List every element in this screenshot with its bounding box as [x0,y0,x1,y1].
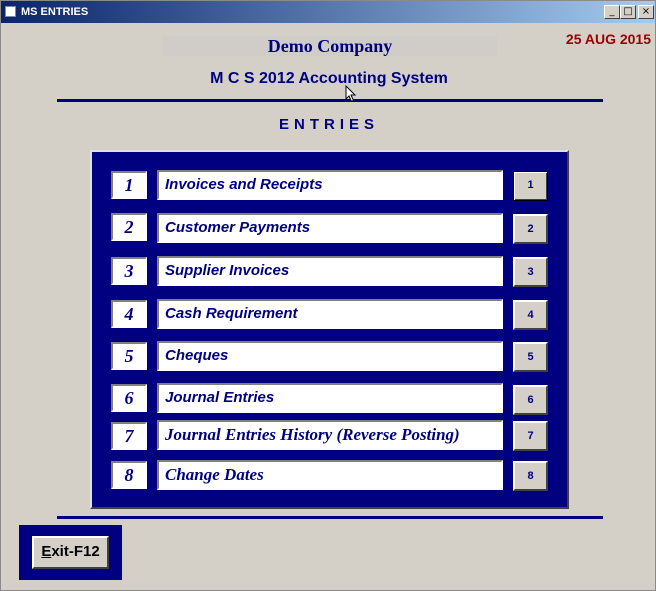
section-title: ENTRIES [278,116,379,133]
title-bar[interactable]: MS ENTRIES _ □ × [1,1,655,23]
exit-mnemonic: E [41,543,52,560]
header-divider [57,99,603,102]
menu-key-2-button[interactable]: 2 [513,214,548,244]
menu-item-journal-entries[interactable]: Journal Entries [157,383,503,413]
menu-item-number: 5 [111,342,147,370]
menu-key-3-button[interactable]: 3 [513,257,548,287]
menu-item-number: 4 [111,300,147,328]
menu-item-change-dates[interactable]: Change Dates [157,460,503,490]
window-title: MS ENTRIES [21,6,89,18]
ms-entries-window: MS ENTRIES _ □ × Demo Company 25 AUG 201… [0,0,656,591]
exit-label: xit-F12 [51,543,100,560]
menu-item-cheques[interactable]: Cheques [157,341,503,371]
menu-item-cash-requirement[interactable]: Cash Requirement [157,299,503,329]
menu-item-customer-payments[interactable]: Customer Payments [157,213,503,243]
menu-key-1-button[interactable]: 1 [513,171,548,201]
menu-panel [90,150,569,509]
close-icon[interactable]: × [638,5,654,19]
company-name: Demo Company [163,36,497,56]
maximize-icon[interactable]: □ [620,5,636,19]
menu-item-supplier-invoices[interactable]: Supplier Invoices [157,256,503,286]
menu-item-number: 2 [111,213,147,241]
menu-key-5-button[interactable]: 5 [513,342,548,372]
minimize-icon[interactable]: _ [604,5,620,19]
menu-item-number: 8 [111,461,147,489]
menu-item-number: 6 [111,384,147,412]
menu-key-8-button[interactable]: 8 [513,461,548,491]
menu-key-6-button[interactable]: 6 [513,385,548,415]
menu-item-number: 1 [111,171,147,199]
current-date: 25 AUG 2015 [565,31,651,47]
system-title: M C S 2012 Accounting System [210,70,448,87]
app-icon [5,6,16,17]
menu-item-invoices-and-receipts[interactable]: Invoices and Receipts [157,170,503,200]
menu-item-number: 3 [111,257,147,285]
menu-item-journal-entries-history[interactable]: Journal Entries History (Reverse Posting… [157,420,503,450]
menu-item-number: 7 [111,422,147,450]
exit-button[interactable]: Exit-F12 [32,536,109,569]
mouse-pointer-icon [345,85,357,103]
footer-divider [57,516,603,519]
menu-key-7-button[interactable]: 7 [513,421,548,451]
menu-key-4-button[interactable]: 4 [513,300,548,330]
